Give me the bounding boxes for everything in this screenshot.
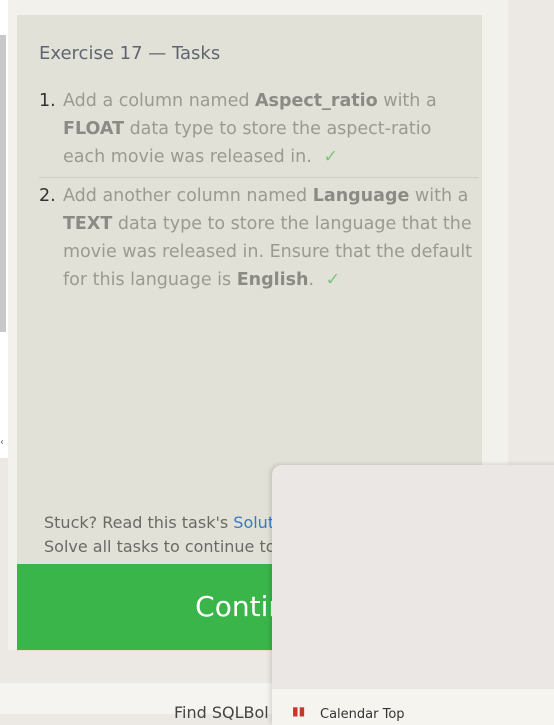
popup-footer-text[interactable]: Calendar Top xyxy=(320,707,405,722)
task-item: 1. Add a column named Aspect_ratio with … xyxy=(39,87,479,171)
notification-popup[interactable]: ▮▮ Calendar Top xyxy=(272,465,554,725)
check-icon: ✓ xyxy=(325,270,341,290)
popup-footer: ▮▮ Calendar Top xyxy=(272,689,554,725)
left-scrollbar[interactable] xyxy=(0,35,6,332)
footer-link[interactable]: Find SQLBol xyxy=(174,703,269,722)
exercise-title: Exercise 17 — Tasks xyxy=(39,43,221,64)
task-number: 1. xyxy=(39,91,56,111)
task-list: 1. Add a column named Aspect_ratio with … xyxy=(39,87,479,294)
task-text: Add another column named Language with a… xyxy=(63,186,473,290)
task-number: 2. xyxy=(39,186,56,206)
task-item: 2. Add another column named Language wit… xyxy=(39,177,479,294)
task-text: Add a column named Aspect_ratio with a F… xyxy=(63,91,437,167)
help-text: Stuck? Read this task's Solution Solve a… xyxy=(44,511,298,559)
check-icon: ✓ xyxy=(323,147,339,167)
help-line-2: Solve all tasks to continue to th xyxy=(44,537,298,556)
caret-icon: ‹ xyxy=(0,437,4,448)
